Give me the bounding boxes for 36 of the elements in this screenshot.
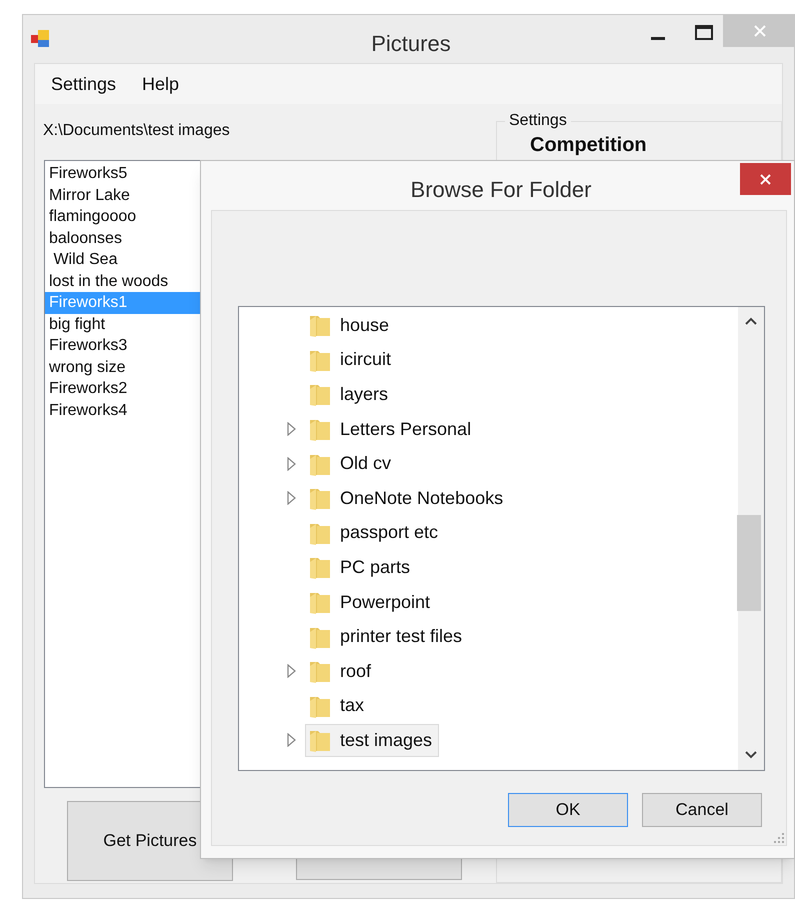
expand-icon[interactable]: [287, 664, 296, 678]
scroll-thumb[interactable]: [737, 515, 761, 611]
dialog-button[interactable]: OK: [508, 793, 628, 827]
folder-item[interactable]: tax: [305, 689, 372, 722]
menu-item[interactable]: Settings: [41, 70, 126, 98]
expand-icon[interactable]: [287, 456, 296, 471]
folder-item[interactable]: Old cv: [305, 447, 398, 480]
folder-item[interactable]: layers: [305, 378, 396, 411]
menu-item[interactable]: Help: [132, 70, 190, 98]
expand-icon[interactable]: [287, 733, 296, 748]
expand-icon[interactable]: [287, 491, 296, 506]
dialog-close-button[interactable]: [740, 163, 791, 195]
app-icon: [30, 28, 52, 50]
folder-item[interactable]: Powerpoint: [305, 586, 438, 619]
close-icon: [759, 172, 772, 186]
window-title: Pictures: [370, 30, 452, 58]
maximize-icon[interactable]: [695, 25, 713, 40]
folder-item[interactable]: roof: [305, 654, 378, 688]
path-label: X:\Documents\test images: [43, 121, 230, 141]
resize-grip-icon: [774, 833, 784, 843]
folder-item[interactable]: house: [305, 308, 396, 342]
folder-item[interactable]: passport etc: [305, 516, 446, 550]
folder-item[interactable]: printer test files: [305, 620, 470, 654]
close-icon: [752, 24, 766, 38]
dialog-button[interactable]: Cancel: [642, 793, 762, 827]
folder-item[interactable]: Letters Personal: [305, 412, 478, 446]
folder-item[interactable]: test images: [305, 724, 440, 757]
competition-heading: Competition: [530, 134, 647, 156]
minimize-icon[interactable]: [651, 37, 665, 41]
folder-item[interactable]: icircuit: [305, 343, 398, 376]
expand-icon[interactable]: [287, 422, 296, 436]
scroll-up-icon[interactable]: [745, 317, 757, 325]
dialog-title: Browse For Folder: [410, 176, 592, 204]
folder-item[interactable]: OneNote Notebooks: [305, 482, 510, 515]
scroll-down-icon[interactable]: [745, 751, 757, 759]
folder-item[interactable]: PC parts: [305, 550, 418, 584]
